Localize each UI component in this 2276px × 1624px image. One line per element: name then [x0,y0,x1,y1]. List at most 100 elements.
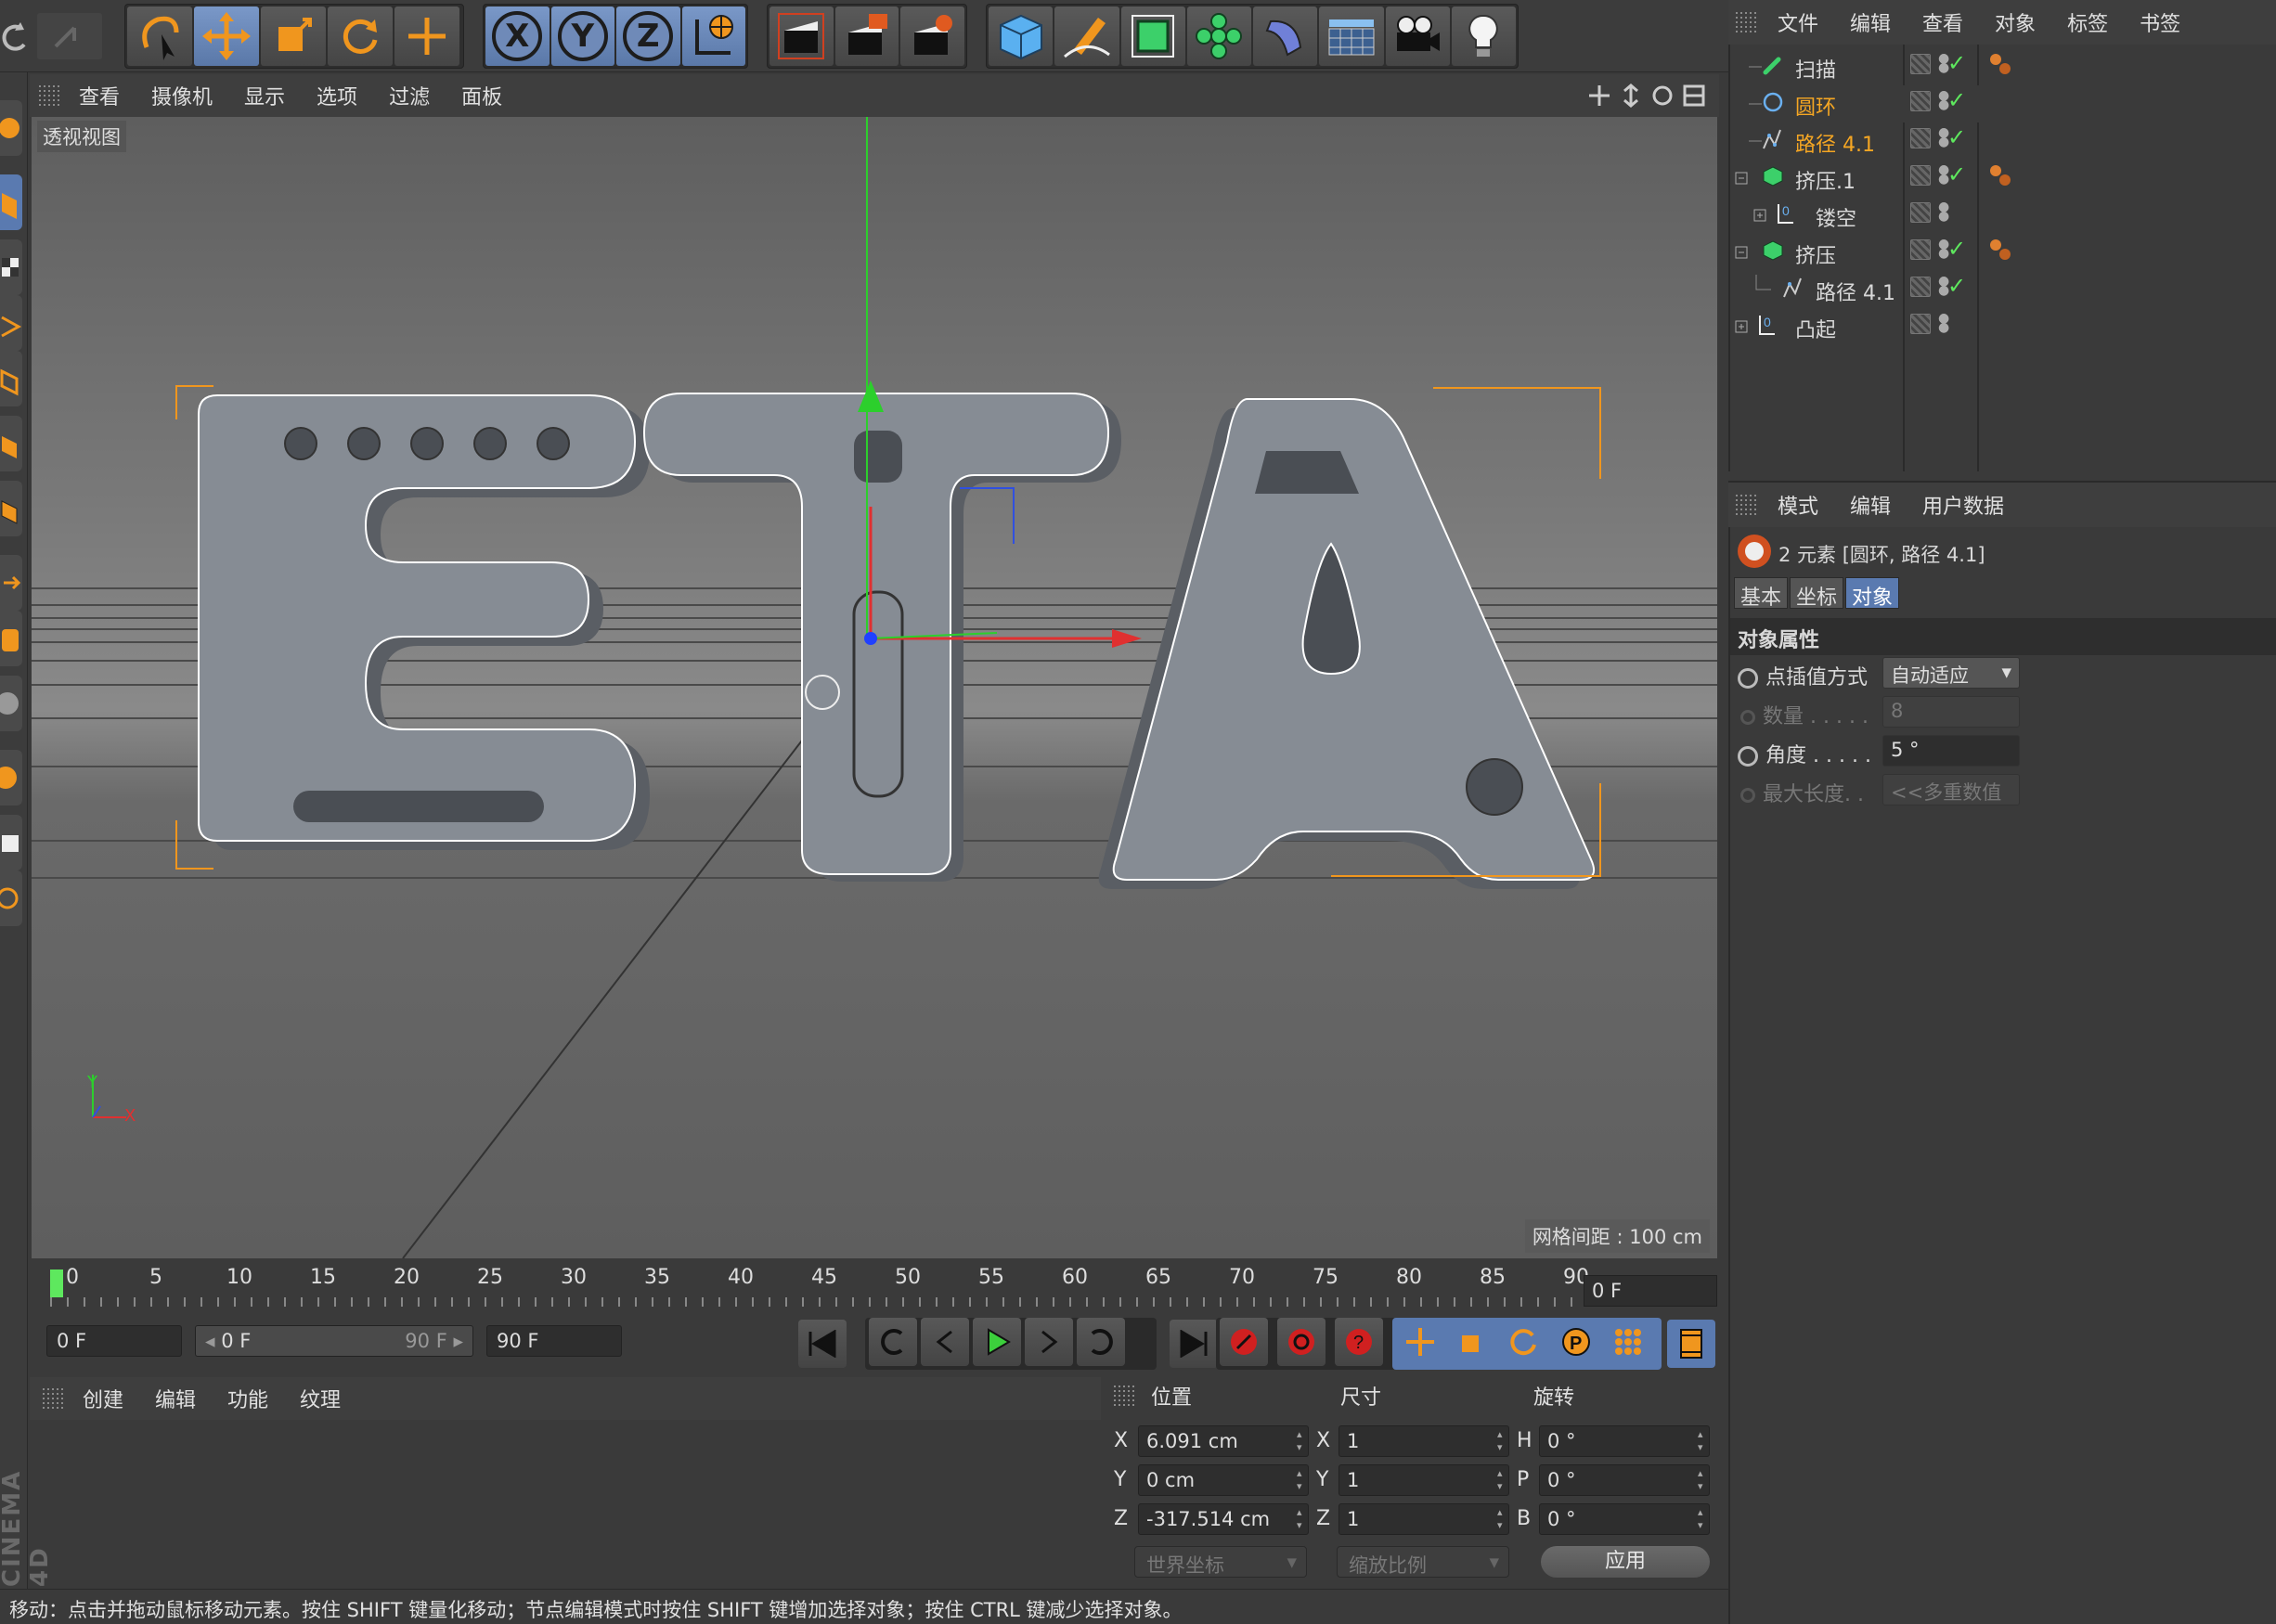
menu-edit[interactable]: 编辑 [1834,7,1907,37]
perspective-viewport[interactable]: 透视视图 Y X 网格间距 : 100 cm [32,117,1717,1258]
layer-checkbox[interactable] [1910,314,1931,334]
expand-icon[interactable] [1734,316,1756,338]
menu-file[interactable]: 文件 [1762,7,1834,37]
object-row-extrude[interactable]: 挤压 ● ● ✓ [1730,234,2276,271]
cloner-icon[interactable] [1186,6,1251,66]
rotation-p-field[interactable]: 0 ° [1539,1464,1710,1496]
number-field[interactable]: 8 [1882,696,2020,728]
menu-edit[interactable]: 编辑 [139,1384,212,1413]
menu-view[interactable]: 查看 [63,81,136,110]
menu-user-data[interactable]: 用户数据 [1907,490,2020,520]
position-x-field[interactable]: 6.091 cm [1138,1425,1309,1457]
preview-range-slider[interactable]: ◂ 0 F 90 F ▸ [195,1325,473,1357]
key-position-icon[interactable] [1396,1318,1444,1366]
enabled-check-icon[interactable]: ✓ [1947,87,1966,113]
tag-icon[interactable] [1988,238,2012,262]
menu-texture[interactable]: 纹理 [284,1384,356,1413]
layer-checkbox[interactable] [1910,128,1931,148]
render-view-icon[interactable] [769,6,834,66]
subdivision-icon[interactable] [1120,6,1185,66]
object-row-hollow[interactable]: 0 镂空 ● ● [1730,197,2276,234]
go-to-end-icon[interactable] [1170,1320,1218,1368]
layer-checkbox[interactable] [1910,165,1931,186]
sculpt-icon[interactable] [0,750,22,806]
panel-grip-icon[interactable] [1736,12,1756,32]
world-coordinates-icon[interactable] [681,6,745,66]
model-mode-icon[interactable] [0,174,22,230]
texture-mode-icon[interactable] [0,239,22,295]
angle-field[interactable]: 5 ° [1882,735,2020,767]
tab-coord[interactable]: 坐标 [1790,577,1844,610]
rotation-h-field[interactable]: 0 ° [1539,1425,1710,1457]
tab-basic[interactable]: 基本 [1734,577,1789,610]
interpolation-dropdown[interactable]: 自动适应 ▾ [1882,657,2020,689]
enabled-check-icon[interactable]: ✓ [1947,161,1966,187]
visibility-dots[interactable]: ● ● [1938,126,1949,148]
animate-radio[interactable] [1740,710,1755,725]
rotation-b-field[interactable]: 0 ° [1539,1503,1710,1535]
enabled-check-icon[interactable]: ✓ [1947,50,1966,76]
rotate-tool[interactable] [328,6,393,66]
layer-checkbox[interactable] [1910,91,1931,111]
layer-checkbox[interactable] [1910,54,1931,74]
start-frame-field[interactable]: 0 F [46,1325,182,1357]
camera-icon[interactable] [1385,6,1450,66]
object-row-bulge[interactable]: 0 凸起 ● ● [1730,308,2276,345]
redo-icon[interactable] [37,13,102,59]
object-row-circle[interactable]: 圆环 ● ● ✓ [1730,85,2276,122]
object-row-extrude-1[interactable]: 挤压.1 ● ● ✓ [1730,160,2276,197]
x-axis-lock[interactable]: X [485,6,550,66]
material-manager-panel[interactable] [30,1420,1101,1583]
next-key-icon[interactable] [1077,1318,1125,1366]
move-tool[interactable] [194,6,259,66]
transform-tool[interactable] [394,6,459,66]
menu-function[interactable]: 功能 [212,1384,284,1413]
tag-icon[interactable] [1988,52,2012,76]
panel-grip-icon[interactable] [39,85,59,106]
play-icon[interactable] [973,1318,1021,1366]
size-x-field[interactable]: 1 [1338,1425,1509,1457]
floor-icon[interactable] [1319,6,1384,66]
menu-filter[interactable]: 过滤 [373,81,446,110]
autokey-icon[interactable] [1277,1318,1326,1366]
polygons-mode-icon[interactable] [0,481,22,536]
key-pla-icon[interactable] [1604,1318,1652,1366]
menu-display[interactable]: 显示 [228,81,301,110]
visibility-dots[interactable]: ● ● [1938,163,1949,186]
position-z-field[interactable]: -317.514 cm [1138,1503,1309,1535]
render-settings-icon[interactable] [900,6,965,66]
size-y-field[interactable]: 1 [1338,1464,1509,1496]
menu-panel[interactable]: 面板 [446,81,518,110]
tweak-mode-icon[interactable] [0,611,22,666]
timeline-window-icon[interactable] [1667,1320,1715,1368]
live-selection-tool[interactable] [127,6,192,66]
cube-icon[interactable] [989,6,1054,66]
scale-tool[interactable] [261,6,326,66]
key-parameter-icon[interactable]: P [1552,1318,1600,1366]
workplane-icon[interactable] [0,295,22,351]
tab-object[interactable]: 对象 [1845,577,1900,610]
axis-mode-icon[interactable] [0,555,22,611]
key-rotation-icon[interactable] [1500,1318,1548,1366]
undo-icon[interactable] [0,13,32,59]
keyframe-selection-icon[interactable]: ? [1335,1318,1383,1366]
size-z-field[interactable]: 1 [1338,1503,1509,1535]
animate-radio[interactable] [1738,668,1758,689]
visibility-dots[interactable]: ● ● [1938,312,1949,334]
menu-bookmarks[interactable]: 书签 [2124,7,2196,37]
go-to-start-icon[interactable] [798,1320,847,1368]
menu-cameras[interactable]: 摄像机 [136,81,228,110]
prev-key-icon[interactable] [869,1318,917,1366]
light-icon[interactable] [1451,6,1516,66]
lock-workplane-icon[interactable] [0,815,22,870]
y-axis-lock[interactable]: Y [550,6,614,66]
snap-icon[interactable] [0,676,22,731]
render-picture-viewer-icon[interactable] [834,6,899,66]
enabled-check-icon[interactable]: ✓ [1947,236,1966,262]
menu-tags[interactable]: 标签 [2051,7,2124,37]
visibility-dots[interactable]: ● ● [1938,200,1949,223]
menu-options[interactable]: 选项 [301,81,373,110]
enabled-check-icon[interactable]: ✓ [1947,124,1966,150]
visibility-dots[interactable]: ● ● [1938,275,1949,297]
current-frame-field[interactable]: 0 F [1584,1275,1717,1307]
